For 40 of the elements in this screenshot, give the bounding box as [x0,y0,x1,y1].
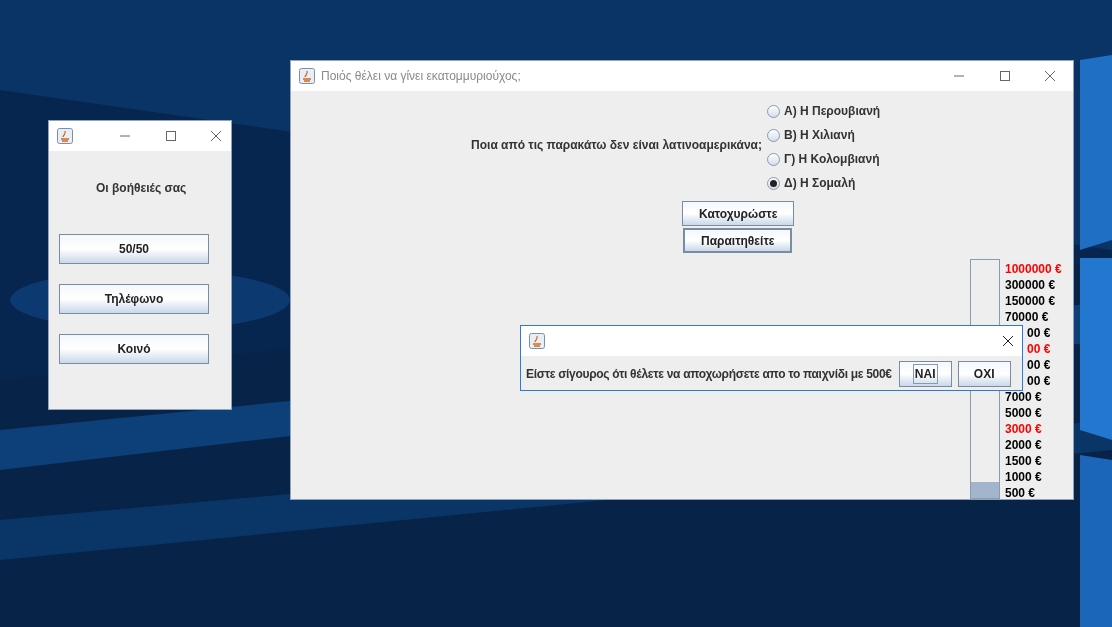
yes-button[interactable]: ΝΑΙ [898,361,952,387]
answer-label[interactable]: Β) Η Χιλιανή [784,126,855,144]
prize-amount: 1500 € [1005,453,1043,468]
window-title: Ποιός θέλει να γίνει εκατομμυριούχος; [321,68,522,85]
answer-label[interactable]: Γ) Η Κολομβιανή [784,150,880,168]
quit-button[interactable]: Παραιτηθείτε [683,228,793,253]
question-text: Ποια από τις παρακάτω δεν είναι λατινοαμερικάνα; [471,137,762,154]
answer-label[interactable]: Α) Η Περουβιανή [784,102,881,120]
prize-amount: 3000 € [1005,421,1043,436]
close-icon[interactable] [1002,335,1014,347]
radio-button[interactable] [767,152,780,166]
prize-amount: 150000 € [1005,293,1057,308]
prize-amount: 00 € [1027,341,1052,356]
prize-amount: 2000 € [1005,437,1043,452]
helpers-heading: Οι βοήθειές σας [96,180,187,197]
java-cup-icon [529,333,545,349]
lifeline-button[interactable]: Τηλέφωνο [59,284,209,314]
prize-amount: 70000 € [1005,309,1050,324]
prize-amount: 500 € [1005,485,1037,500]
radio-button[interactable] [767,176,780,190]
no-button[interactable]: ΟΧΙ [957,361,1011,387]
prize-amount: 300000 € [1005,277,1057,292]
prize-amount: 5000 € [1005,405,1043,420]
confirm-message: Είστε σίγουρος ότι θέλετε να αποχωρήσετε απο το παιχνίδι με 500€ [526,366,892,383]
radio-button[interactable] [767,104,780,118]
answer-label[interactable]: Δ) Η Σομαλή [784,174,856,192]
java-cup-icon [57,128,73,144]
lifeline-button[interactable]: Κοινό [59,334,209,364]
maximize-icon[interactable] [999,70,1011,82]
radio-button[interactable] [767,128,780,142]
bank-button[interactable]: Κατοχυρώστε [682,201,795,226]
java-cup-icon [299,68,315,84]
prize-amount: 00 € [1027,357,1052,372]
lifeline-button[interactable]: 50/50 [59,234,209,264]
prize-amount: 7000 € [1005,389,1043,404]
prize-amount: 00 € [1027,325,1052,340]
maximize-icon[interactable] [165,130,177,142]
prize-amount: 1000 € [1005,469,1043,484]
prize-amount: 00 € [1027,373,1052,388]
prize-amount: 1000000 € [1005,261,1062,276]
